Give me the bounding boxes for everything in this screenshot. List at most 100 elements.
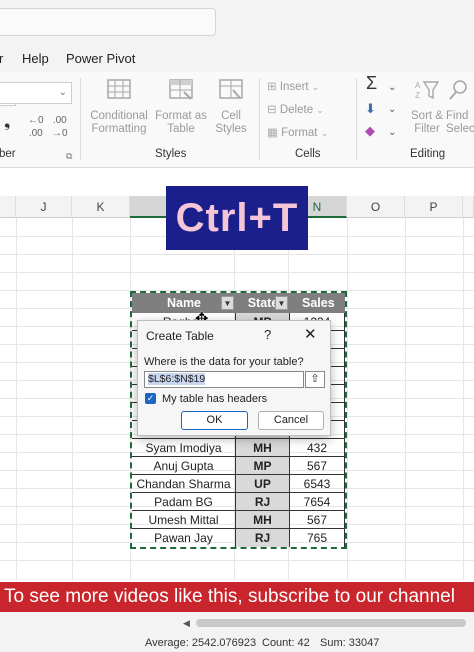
column-header-edge xyxy=(463,196,474,218)
filter-dropdown-icon[interactable]: ▼ xyxy=(221,296,234,310)
horizontal-scrollbar[interactable] xyxy=(196,619,466,627)
status-sum[interactable]: Sum: 33047 xyxy=(320,637,379,649)
cell-state: RJ xyxy=(236,529,290,547)
menu-bar: r Help Power Pivot xyxy=(0,42,474,72)
filter-dropdown-icon[interactable]: ▼ xyxy=(275,296,288,310)
ok-button[interactable]: OK xyxy=(181,411,248,430)
fill-icon[interactable]: ⬇ xyxy=(365,102,376,115)
table-row[interactable]: Padam BG RJ 7654 xyxy=(132,493,345,511)
format-button[interactable]: ▦ Format ⌄ xyxy=(267,127,328,140)
subscribe-banner: To see more videos like this, subscribe … xyxy=(0,582,474,612)
conditional-formatting-label: Conditional Formatting xyxy=(90,110,148,135)
table-row[interactable]: Pawan Jay RJ 765 xyxy=(132,529,345,547)
chevron-down-icon: ⌄ xyxy=(320,128,329,138)
table-header-row: Name ▼ State ▼ Sales xyxy=(132,293,345,313)
cell-state: MH xyxy=(236,439,290,457)
increase-decimal-icon[interactable]: ←0.00 xyxy=(28,114,44,140)
collapse-dialog-icon[interactable]: ⇧ xyxy=(305,371,325,388)
table-row[interactable]: Umesh Mittal MH 567 xyxy=(132,511,345,529)
search-box[interactable] xyxy=(0,8,216,36)
delete-cells-icon: ⊟ xyxy=(267,104,277,116)
number-group-label: ber xyxy=(0,148,16,160)
sort-filter-button[interactable]: A Z Sort & Filter xyxy=(404,78,450,136)
editing-group-label: Editing xyxy=(410,148,446,160)
table-row[interactable]: Syam Imodiya MH 432 xyxy=(132,439,345,457)
cell-name: Umesh Mittal xyxy=(132,511,236,529)
chevron-down-icon[interactable]: ⌄ xyxy=(388,126,396,139)
format-label: Format xyxy=(281,127,318,139)
range-input[interactable]: $L$6:$N$19 xyxy=(144,371,304,388)
cell-sales: 765 xyxy=(290,529,345,547)
table-row[interactable]: Chandan Sharma UP 6543 xyxy=(132,475,345,493)
insert-label: Insert xyxy=(279,81,309,93)
svg-text:A: A xyxy=(415,81,421,90)
help-button[interactable]: ? xyxy=(264,327,271,342)
cell-name: Anuj Gupta xyxy=(132,457,236,475)
find-select-button[interactable]: Find Selec xyxy=(446,78,474,136)
cell-name: Chandan Sharma xyxy=(132,475,236,493)
column-header-k[interactable]: K xyxy=(72,196,130,218)
status-average[interactable]: Average: 2542.076923 xyxy=(145,637,256,649)
excel-window: r Help Power Pivot ⌄ ❟ ←0.00 .00 →0 ber ⧉… xyxy=(0,0,474,652)
comma-style-icon[interactable]: ❟ xyxy=(4,115,10,131)
dialog-launcher-icon[interactable]: ⧉ xyxy=(66,150,72,163)
column-header-o[interactable]: O xyxy=(347,196,405,218)
header-sales[interactable]: Sales xyxy=(290,293,345,313)
column-header-edge xyxy=(0,196,16,218)
autosum-icon[interactable]: Σ xyxy=(366,74,377,92)
title-bar xyxy=(0,0,474,42)
close-icon[interactable]: ✕ xyxy=(304,325,317,343)
ribbon-separator xyxy=(259,78,260,160)
header-state-label: State xyxy=(247,296,279,310)
menu-item-partial[interactable]: r xyxy=(0,51,3,66)
decrease-decimal-icon[interactable]: .00 →0 xyxy=(52,114,68,140)
header-name-label: Name xyxy=(166,296,202,310)
status-bar: Average: 2542.076923 Count: 42 Sum: 3304… xyxy=(0,632,474,652)
scroll-left-icon[interactable]: ◀ xyxy=(183,618,190,629)
shortcut-overlay: Ctrl+T xyxy=(166,186,308,250)
headers-checkbox[interactable]: ✓ xyxy=(145,393,156,404)
chevron-down-icon[interactable]: ⌄ xyxy=(388,81,396,94)
cell-sales: 7654 xyxy=(290,493,345,511)
cell-name: Pawan Jay xyxy=(132,529,236,547)
cell-name: Padam BG xyxy=(132,493,236,511)
status-count[interactable]: Count: 42 xyxy=(262,637,310,649)
header-sales-label: Sales xyxy=(302,296,335,310)
range-question-label: Where is the data for your table? xyxy=(144,356,304,368)
column-header-p[interactable]: P xyxy=(405,196,463,218)
ribbon: ⌄ ❟ ←0.00 .00 →0 ber ⧉ Conditional Format… xyxy=(0,72,474,168)
cancel-button[interactable]: Cancel xyxy=(258,411,324,430)
cell-state: UP xyxy=(236,475,290,493)
menu-item-power-pivot[interactable]: Power Pivot xyxy=(66,51,135,66)
format-as-table-icon xyxy=(169,79,193,100)
dialog-title: Create Table xyxy=(146,329,214,343)
sort-filter-icon: A Z xyxy=(415,81,440,100)
cell-styles-icon xyxy=(219,79,243,99)
cells-group-label: Cells xyxy=(295,148,321,160)
format-as-table-label: Format as Table xyxy=(155,110,207,135)
table-row[interactable]: Anuj Gupta MP 567 xyxy=(132,457,345,475)
chevron-down-icon: ⌄ xyxy=(58,87,67,98)
cell-sales: 432 xyxy=(290,439,345,457)
number-format-box[interactable]: ⌄ xyxy=(0,82,72,104)
delete-button[interactable]: ⊟ Delete ⌄ xyxy=(267,104,324,117)
ribbon-separator xyxy=(80,78,81,160)
sort-filter-label: Sort & Filter xyxy=(411,110,443,135)
cell-styles-label: Cell Styles xyxy=(215,110,247,135)
conditional-formatting-icon xyxy=(107,79,131,99)
cell-sales: 6543 xyxy=(290,475,345,493)
format-as-table-button[interactable]: Format as Table xyxy=(152,78,210,136)
chevron-down-icon: ⌄ xyxy=(316,105,324,115)
headers-checkbox-label[interactable]: My table has headers xyxy=(162,393,267,405)
clear-eraser-icon[interactable]: ◆ xyxy=(365,124,375,137)
cell-styles-button[interactable]: Cell Styles xyxy=(208,78,254,136)
insert-button[interactable]: ⊞ Insert ⌄ xyxy=(267,81,319,94)
chevron-down-icon[interactable]: ⌄ xyxy=(388,103,396,116)
menu-item-help[interactable]: Help xyxy=(22,51,49,66)
column-header-j[interactable]: J xyxy=(16,196,72,218)
delete-label: Delete xyxy=(279,104,314,116)
conditional-formatting-button[interactable]: Conditional Formatting xyxy=(86,78,152,136)
cell-state: RJ xyxy=(236,493,290,511)
find-select-label: Find Selec xyxy=(446,110,474,135)
sheet-tab-bar: ◀ xyxy=(0,612,474,632)
